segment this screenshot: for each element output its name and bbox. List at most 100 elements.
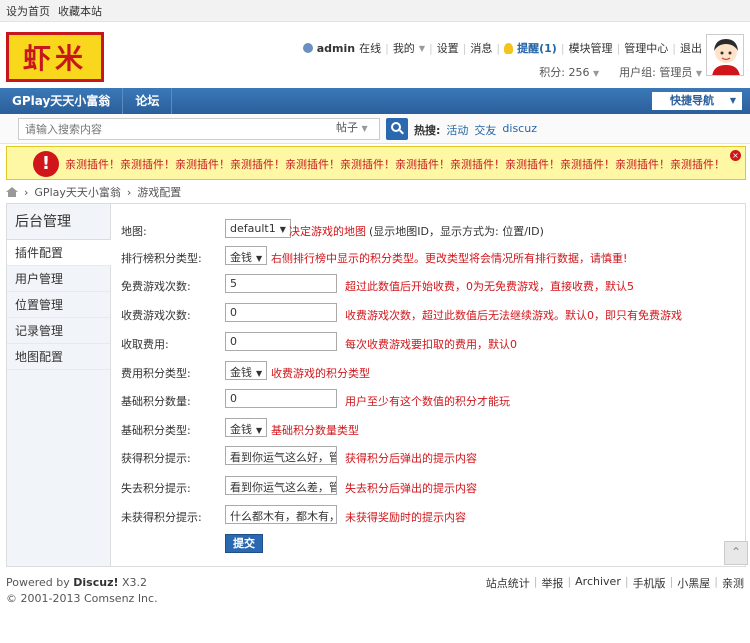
fee-credit-select[interactable]: 金钱 ▼ <box>225 361 268 380</box>
submit-button[interactable]: 提交 <box>225 534 263 553</box>
search-type-select[interactable]: 帖子 ▼ <box>336 119 368 135</box>
field-label: 排行榜积分类型: <box>121 252 202 265</box>
field-description-extra: (显示地图ID，显示方式为: 位置/ID) <box>369 225 544 238</box>
sidebar-title: 后台管理 <box>7 204 110 240</box>
messages-link[interactable]: 消息 <box>470 40 492 56</box>
plugin-admin-link[interactable]: 模块管理 <box>569 40 613 56</box>
admin-center-link[interactable]: 管理中心 <box>624 40 668 56</box>
form-row-lose-tip: 失去积分提示: 看到你运气这么差，管理员 失去积分后弹出的提示内容 <box>119 476 739 498</box>
divider: | <box>428 41 433 55</box>
divider: | <box>616 41 621 55</box>
field-label: 基础积分数量: <box>121 395 191 408</box>
avatar[interactable] <box>706 34 744 76</box>
base-credit-amount-input[interactable]: 0 <box>225 389 337 408</box>
sidebar-item-position-manage[interactable]: 位置管理 <box>7 292 110 318</box>
sidebar-item-plugin-config[interactable]: 插件配置 <box>7 240 111 266</box>
no-gain-tip-input[interactable]: 什么都木有，都木有，都木 <box>225 505 337 524</box>
home-icon[interactable] <box>6 187 18 197</box>
online-status[interactable]: 在线 <box>359 40 381 56</box>
chevron-down-icon: ▼ <box>695 69 702 78</box>
paid-games-input[interactable]: 0 <box>225 303 337 322</box>
form-row-rank-credit: 排行榜积分类型: 金钱 ▼ 右侧排行榜中显示的积分类型。更改类型将会情况所有排行数… <box>119 246 739 268</box>
field-label: 获得积分提示: <box>121 452 191 465</box>
field-description: 收费游戏的积分类型 <box>271 367 370 380</box>
chevron-down-icon: ▼ <box>256 426 263 435</box>
rank-credit-select-value: 金钱 <box>230 251 252 264</box>
sidebar-item-map-config[interactable]: 地图配置 <box>7 344 110 370</box>
chevron-down-icon: ▼ <box>592 69 600 78</box>
top-bar: 设为首页 收藏本站 <box>0 0 750 22</box>
close-icon[interactable]: × <box>730 150 741 161</box>
breadcrumb-separator: › <box>126 185 132 199</box>
discuz-link[interactable]: Discuz! <box>73 576 118 589</box>
scroll-top-button[interactable]: ⌃ <box>724 541 748 565</box>
form-row-no-gain-tip: 未获得积分提示: 什么都木有，都木有，都木 未获得奖励时的提示内容 <box>119 505 739 527</box>
usergroup-menu[interactable]: 用户组: 管理员 ▼ <box>619 64 702 80</box>
set-home-link[interactable]: 设为首页 <box>6 3 50 19</box>
chevron-down-icon: ▼ <box>256 369 263 378</box>
footer-link-stats[interactable]: 站点统计 <box>486 575 530 591</box>
divider: | <box>560 41 565 55</box>
lose-tip-input[interactable]: 看到你运气这么差，管理员 <box>225 476 337 495</box>
footer-link-tested[interactable]: 亲测 <box>722 575 744 591</box>
header: 虾米 admin 在线 | 我的 ▼ | 设置 | 消息 | 提醒(1) | 模块… <box>0 22 750 88</box>
settings-link[interactable]: 设置 <box>437 40 459 56</box>
divider: | <box>533 575 538 588</box>
footer-link-archiver[interactable]: Archiver <box>575 575 621 591</box>
fee-input[interactable]: 0 <box>225 332 337 351</box>
footer-copyright: Powered by Discuz! X3.2 © 2001-2013 Coms… <box>6 575 158 607</box>
map-select[interactable]: default1 ▼ <box>225 219 291 238</box>
warning-text: 亲测插件！亲测插件！亲测插件！亲测插件！亲测插件！亲测插件！亲测插件！亲测插件！… <box>65 158 725 171</box>
logout-link[interactable]: 退出 <box>680 40 702 56</box>
sidebar-item-user-manage[interactable]: 用户管理 <box>7 266 110 292</box>
breadcrumb-item[interactable]: GPlay天天小富翁 <box>34 184 120 200</box>
field-description: 基础积分数量类型 <box>271 424 359 437</box>
footer-link-mobile[interactable]: 手机版 <box>633 575 666 591</box>
field-description: 失去积分后弹出的提示内容 <box>345 482 477 495</box>
hot-word-link[interactable]: 活动 <box>446 122 468 138</box>
hot-word-link[interactable]: 交友 <box>474 122 496 138</box>
credits-menu[interactable]: 积分: 256 ▼ <box>539 64 599 80</box>
gain-tip-input[interactable]: 看到你运气这么好，管理员 <box>225 446 337 465</box>
sidebar-item-record-manage[interactable]: 记录管理 <box>7 318 110 344</box>
powered-by-line: Powered by Discuz! X3.2 <box>6 575 158 591</box>
divider: | <box>567 575 572 588</box>
copyright-text: © 2001-2013 Comsenz Inc. <box>6 592 158 605</box>
usergroup-label: 用户组: 管理员 <box>619 66 693 79</box>
search-input[interactable] <box>18 118 380 140</box>
sidebar: 后台管理 插件配置 用户管理 位置管理 记录管理 地图配置 <box>7 204 111 566</box>
form-row-map: 地图: default1 ▼ 决定游戏的地图 (显示地图ID，显示方式为: 位置/… <box>119 219 739 241</box>
my-menu[interactable]: 我的 <box>393 40 415 56</box>
powered-by-label: Powered by <box>6 576 70 589</box>
credits-label: 积分: 256 <box>539 66 590 79</box>
footer-link-blacklist[interactable]: 小黑屋 <box>677 575 710 591</box>
search-button[interactable] <box>386 118 408 140</box>
field-description: 决定游戏的地图 <box>289 225 366 238</box>
bookmark-link[interactable]: 收藏本站 <box>58 3 102 19</box>
version-label: X3.2 <box>122 576 148 589</box>
warning-banner: ! 亲测插件！亲测插件！亲测插件！亲测插件！亲测插件！亲测插件！亲测插件！亲测插… <box>6 146 746 180</box>
field-description: 每次收费游戏要扣取的费用，默认0 <box>345 338 517 351</box>
hot-word-link[interactable]: discuz <box>502 122 537 138</box>
remind-link[interactable]: 提醒(1) <box>517 40 557 56</box>
divider: | <box>624 575 629 588</box>
username-link[interactable]: admin <box>317 42 355 55</box>
free-games-input[interactable]: 5 <box>225 274 337 293</box>
base-credit-select[interactable]: 金钱 ▼ <box>225 418 268 437</box>
divider: | <box>462 41 467 55</box>
alert-icon: ! <box>33 151 59 177</box>
form-row-fee: 收取费用: 0 每次收费游戏要扣取的费用，默认0 <box>119 332 739 354</box>
divider: | <box>385 41 389 55</box>
nav-item-gplay[interactable]: GPlay天天小富翁 <box>0 88 124 114</box>
nav-item-forum[interactable]: 论坛 <box>123 88 173 114</box>
bulb-icon <box>504 42 514 54</box>
rank-credit-select[interactable]: 金钱 ▼ <box>225 246 268 265</box>
hot-search: 热搜: 活动 交友 discuz <box>414 122 537 138</box>
user-bar: admin 在线 | 我的 ▼ | 设置 | 消息 | 提醒(1) | 模块管理 … <box>302 40 702 56</box>
quick-nav-button[interactable]: 快捷导航 ▼ <box>652 92 742 110</box>
field-label: 失去积分提示: <box>121 482 191 495</box>
site-logo[interactable]: 虾米 <box>6 32 104 82</box>
field-description: 收费游戏次数，超过此数值后无法继续游戏。默认0，即只有免费游戏 <box>345 309 682 322</box>
footer-link-report[interactable]: 举报 <box>541 575 563 591</box>
form-row-free-games: 免费游戏次数: 5 超过此数值后开始收费，0为无免费游戏，直接收费，默认5 <box>119 274 739 296</box>
